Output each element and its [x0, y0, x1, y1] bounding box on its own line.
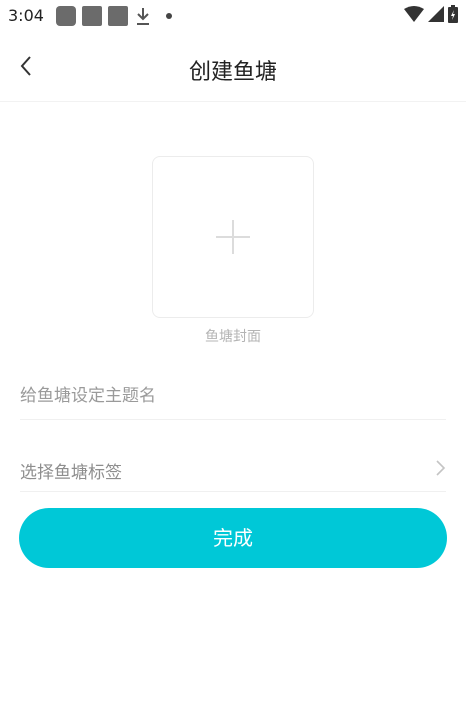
status-time: 3:04 [8, 6, 44, 25]
page-title: 创建鱼塘 [188, 60, 277, 85]
screen: 3:04 创建鱼塘 鱼塘封面 给鱼塘设定主题名 选择鱼塘标签 完成 [0, 0, 466, 720]
title-field [20, 372, 446, 420]
signal-icon [428, 6, 444, 26]
pond-title-input[interactable] [20, 372, 446, 419]
nav-bar: 创建鱼塘 [0, 32, 466, 102]
cover-label: 鱼塘封面 [205, 329, 261, 345]
tag-selector-label: 选择鱼塘标签 [20, 463, 122, 483]
download-icon [134, 6, 152, 26]
tag-selector[interactable]: 选择鱼塘标签 [20, 444, 446, 492]
status-icons-left [56, 6, 172, 26]
dot-icon [166, 13, 172, 19]
status-icons-right [404, 5, 458, 27]
wifi-icon [404, 6, 424, 26]
battery-icon [448, 5, 458, 27]
app-notification-icon [108, 6, 128, 26]
cover-upload-button[interactable] [152, 156, 314, 318]
app-notification-icon [82, 6, 102, 26]
status-bar: 3:04 [0, 0, 466, 32]
plus-icon [215, 219, 251, 255]
done-button[interactable]: 完成 [19, 508, 447, 568]
app-notification-icon [56, 6, 76, 26]
chevron-right-icon [434, 460, 446, 476]
